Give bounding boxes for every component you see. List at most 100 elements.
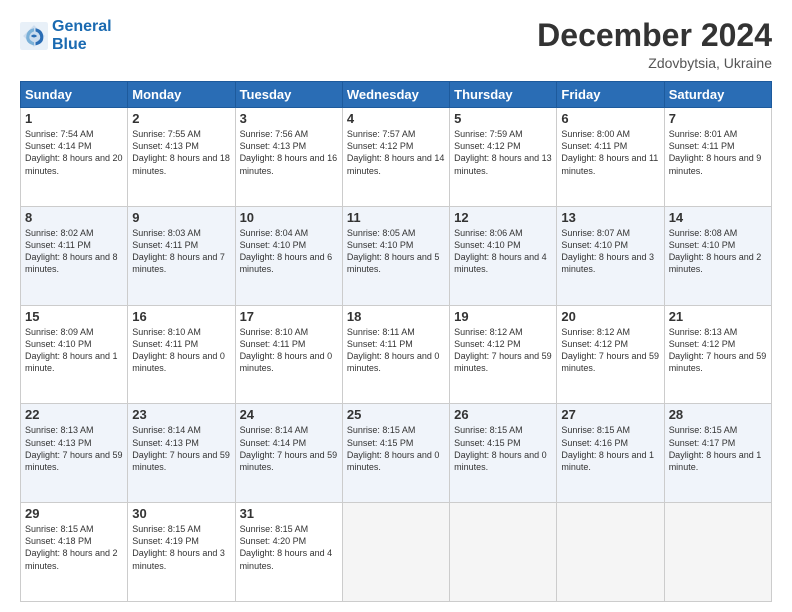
day-cell-21: 21 Sunrise: 8:13 AMSunset: 4:12 PMDayligh… bbox=[664, 305, 771, 404]
day-cell-1: 1Sunrise: 7:54 AMSunset: 4:14 PMDaylight… bbox=[21, 108, 128, 207]
cell-info: Sunrise: 8:10 AMSunset: 4:11 PMDaylight:… bbox=[132, 326, 230, 375]
calendar-table: SundayMondayTuesdayWednesdayThursdayFrid… bbox=[20, 81, 772, 602]
day-cell-12: 12 Sunrise: 8:06 AMSunset: 4:10 PMDayligh… bbox=[450, 206, 557, 305]
cell-info: Sunrise: 7:55 AMSunset: 4:13 PMDaylight:… bbox=[132, 128, 230, 177]
day-number: 23 bbox=[132, 407, 230, 422]
day-number: 31 bbox=[240, 506, 338, 521]
weekday-header-sunday: Sunday bbox=[21, 82, 128, 108]
day-number: 30 bbox=[132, 506, 230, 521]
day-number: 20 bbox=[561, 309, 659, 324]
day-number: 18 bbox=[347, 309, 445, 324]
day-cell-11: 11 Sunrise: 8:05 AMSunset: 4:10 PMDayligh… bbox=[342, 206, 449, 305]
day-cell-22: 22Sunrise: 8:13 AMSunset: 4:13 PMDayligh… bbox=[21, 404, 128, 503]
cell-info: Sunrise: 8:05 AMSunset: 4:10 PMDaylight:… bbox=[347, 227, 445, 276]
cell-info: Sunrise: 8:13 AMSunset: 4:13 PMDaylight:… bbox=[25, 424, 123, 473]
weekday-header-monday: Monday bbox=[128, 82, 235, 108]
day-cell-25: 25 Sunrise: 8:15 AMSunset: 4:15 PMDayligh… bbox=[342, 404, 449, 503]
day-cell-14: 14Sunrise: 8:08 AMSunset: 4:10 PMDayligh… bbox=[664, 206, 771, 305]
cell-info: Sunrise: 8:04 AMSunset: 4:10 PMDaylight:… bbox=[240, 227, 338, 276]
weekday-header-wednesday: Wednesday bbox=[342, 82, 449, 108]
month-title: December 2024 bbox=[537, 18, 772, 53]
day-number: 26 bbox=[454, 407, 552, 422]
day-number: 16 bbox=[132, 309, 230, 324]
cell-info: Sunrise: 8:00 AMSunset: 4:11 PMDaylight:… bbox=[561, 128, 659, 177]
day-cell-29: 29 Sunrise: 8:15 AMSunset: 4:18 PMDayligh… bbox=[21, 503, 128, 602]
cell-info: Sunrise: 7:56 AMSunset: 4:13 PMDaylight:… bbox=[240, 128, 338, 177]
day-number: 29 bbox=[25, 506, 123, 521]
week-row-2: 8Sunrise: 8:02 AMSunset: 4:11 PMDaylight… bbox=[21, 206, 772, 305]
cell-info: Sunrise: 8:12 AMSunset: 4:12 PMDaylight:… bbox=[454, 326, 552, 375]
day-cell-3: 3Sunrise: 7:56 AMSunset: 4:13 PMDaylight… bbox=[235, 108, 342, 207]
cell-info: Sunrise: 8:12 AMSunset: 4:12 PMDaylight:… bbox=[561, 326, 659, 375]
cell-info: Sunrise: 8:13 AMSunset: 4:12 PMDaylight:… bbox=[669, 326, 767, 375]
day-cell-5: 5 Sunrise: 7:59 AMSunset: 4:12 PMDaylight… bbox=[450, 108, 557, 207]
cell-info: Sunrise: 8:14 AMSunset: 4:14 PMDaylight:… bbox=[240, 424, 338, 473]
day-number: 15 bbox=[25, 309, 123, 324]
day-number: 2 bbox=[132, 111, 230, 126]
empty-cell bbox=[450, 503, 557, 602]
cell-info: Sunrise: 8:15 AMSunset: 4:15 PMDaylight:… bbox=[347, 424, 445, 473]
day-number: 27 bbox=[561, 407, 659, 422]
cell-info: Sunrise: 8:06 AMSunset: 4:10 PMDaylight:… bbox=[454, 227, 552, 276]
week-row-5: 29 Sunrise: 8:15 AMSunset: 4:18 PMDayligh… bbox=[21, 503, 772, 602]
weekday-header-tuesday: Tuesday bbox=[235, 82, 342, 108]
empty-cell bbox=[664, 503, 771, 602]
day-cell-17: 17 Sunrise: 8:10 AMSunset: 4:11 PMDayligh… bbox=[235, 305, 342, 404]
weekday-header-friday: Friday bbox=[557, 82, 664, 108]
cell-info: Sunrise: 7:54 AMSunset: 4:14 PMDaylight:… bbox=[25, 128, 123, 177]
day-cell-7: 7 Sunrise: 8:01 AMSunset: 4:11 PMDaylight… bbox=[664, 108, 771, 207]
day-cell-27: 27Sunrise: 8:15 AMSunset: 4:16 PMDayligh… bbox=[557, 404, 664, 503]
page: General Blue December 2024 Zdovbytsia, U… bbox=[0, 0, 792, 612]
day-number: 21 bbox=[669, 309, 767, 324]
cell-info: Sunrise: 8:15 AMSunset: 4:19 PMDaylight:… bbox=[132, 523, 230, 572]
cell-info: Sunrise: 8:10 AMSunset: 4:11 PMDaylight:… bbox=[240, 326, 338, 375]
day-cell-18: 18 Sunrise: 8:11 AMSunset: 4:11 PMDayligh… bbox=[342, 305, 449, 404]
weekday-header-thursday: Thursday bbox=[450, 82, 557, 108]
day-cell-2: 2 Sunrise: 7:55 AMSunset: 4:13 PMDaylight… bbox=[128, 108, 235, 207]
day-cell-24: 24Sunrise: 8:14 AMSunset: 4:14 PMDayligh… bbox=[235, 404, 342, 503]
cell-info: Sunrise: 8:03 AMSunset: 4:11 PMDaylight:… bbox=[132, 227, 230, 276]
weekday-header-saturday: Saturday bbox=[664, 82, 771, 108]
day-number: 10 bbox=[240, 210, 338, 225]
day-number: 11 bbox=[347, 210, 445, 225]
day-number: 12 bbox=[454, 210, 552, 225]
cell-info: Sunrise: 8:11 AMSunset: 4:11 PMDaylight:… bbox=[347, 326, 445, 375]
day-cell-30: 30 Sunrise: 8:15 AMSunset: 4:19 PMDayligh… bbox=[128, 503, 235, 602]
cell-info: Sunrise: 8:15 AMSunset: 4:17 PMDaylight:… bbox=[669, 424, 767, 473]
day-cell-16: 16 Sunrise: 8:10 AMSunset: 4:11 PMDayligh… bbox=[128, 305, 235, 404]
day-cell-26: 26 Sunrise: 8:15 AMSunset: 4:15 PMDayligh… bbox=[450, 404, 557, 503]
cell-info: Sunrise: 8:02 AMSunset: 4:11 PMDaylight:… bbox=[25, 227, 123, 276]
cell-info: Sunrise: 7:57 AMSunset: 4:12 PMDaylight:… bbox=[347, 128, 445, 177]
day-cell-23: 23 Sunrise: 8:14 AMSunset: 4:13 PMDayligh… bbox=[128, 404, 235, 503]
cell-info: Sunrise: 8:07 AMSunset: 4:10 PMDaylight:… bbox=[561, 227, 659, 276]
cell-info: Sunrise: 8:15 AMSunset: 4:18 PMDaylight:… bbox=[25, 523, 123, 572]
day-cell-10: 10 Sunrise: 8:04 AMSunset: 4:10 PMDayligh… bbox=[235, 206, 342, 305]
day-cell-4: 4 Sunrise: 7:57 AMSunset: 4:12 PMDaylight… bbox=[342, 108, 449, 207]
day-number: 19 bbox=[454, 309, 552, 324]
cell-info: Sunrise: 8:14 AMSunset: 4:13 PMDaylight:… bbox=[132, 424, 230, 473]
day-number: 25 bbox=[347, 407, 445, 422]
day-number: 28 bbox=[669, 407, 767, 422]
day-cell-6: 6 Sunrise: 8:00 AMSunset: 4:11 PMDaylight… bbox=[557, 108, 664, 207]
cell-info: Sunrise: 8:01 AMSunset: 4:11 PMDaylight:… bbox=[669, 128, 767, 177]
cell-info: Sunrise: 8:09 AMSunset: 4:10 PMDaylight:… bbox=[25, 326, 123, 375]
day-number: 17 bbox=[240, 309, 338, 324]
week-row-3: 15 Sunrise: 8:09 AMSunset: 4:10 PMDayligh… bbox=[21, 305, 772, 404]
day-cell-13: 13Sunrise: 8:07 AMSunset: 4:10 PMDayligh… bbox=[557, 206, 664, 305]
day-cell-8: 8Sunrise: 8:02 AMSunset: 4:11 PMDaylight… bbox=[21, 206, 128, 305]
day-cell-15: 15 Sunrise: 8:09 AMSunset: 4:10 PMDayligh… bbox=[21, 305, 128, 404]
day-number: 7 bbox=[669, 111, 767, 126]
weekday-header-row: SundayMondayTuesdayWednesdayThursdayFrid… bbox=[21, 82, 772, 108]
cell-info: Sunrise: 8:08 AMSunset: 4:10 PMDaylight:… bbox=[669, 227, 767, 276]
day-number: 6 bbox=[561, 111, 659, 126]
logo-icon bbox=[20, 22, 48, 50]
day-number: 4 bbox=[347, 111, 445, 126]
cell-info: Sunrise: 7:59 AMSunset: 4:12 PMDaylight:… bbox=[454, 128, 552, 177]
empty-cell bbox=[557, 503, 664, 602]
location-subtitle: Zdovbytsia, Ukraine bbox=[537, 55, 772, 71]
day-cell-28: 28 Sunrise: 8:15 AMSunset: 4:17 PMDayligh… bbox=[664, 404, 771, 503]
day-number: 5 bbox=[454, 111, 552, 126]
week-row-4: 22Sunrise: 8:13 AMSunset: 4:13 PMDayligh… bbox=[21, 404, 772, 503]
week-row-1: 1Sunrise: 7:54 AMSunset: 4:14 PMDaylight… bbox=[21, 108, 772, 207]
cell-info: Sunrise: 8:15 AMSunset: 4:15 PMDaylight:… bbox=[454, 424, 552, 473]
